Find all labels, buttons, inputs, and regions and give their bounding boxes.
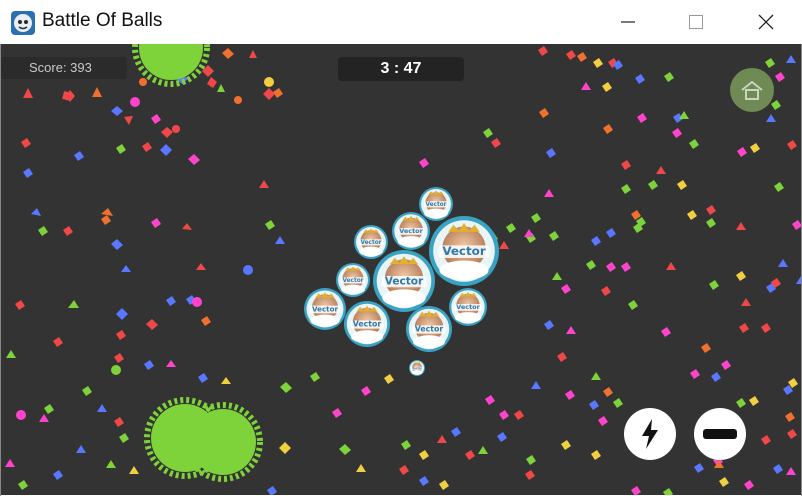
game-window: Battle Of Balls Score: 393 3: 47	[0, 0, 802, 496]
window-title: Battle Of Balls	[42, 10, 163, 31]
minimize-button[interactable]	[606, 6, 650, 38]
minimize-icon	[621, 21, 635, 23]
score-display: Score: 393	[1, 57, 127, 79]
minus-icon	[703, 429, 737, 439]
window-border-left	[0, 44, 1, 496]
player-cell-cluster	[304, 187, 499, 376]
eject-button[interactable]	[694, 408, 746, 460]
maximize-icon	[689, 15, 703, 29]
home-button[interactable]	[730, 68, 774, 112]
app-logo-icon	[11, 11, 35, 35]
game-field: Vector	[5, 44, 801, 495]
lightning-icon	[642, 419, 658, 449]
close-button[interactable]	[744, 6, 788, 38]
match-timer: 3 : 47	[338, 57, 464, 81]
maximize-button[interactable]	[674, 6, 718, 38]
close-icon	[758, 14, 774, 30]
home-icon	[741, 80, 763, 100]
title-bar[interactable]: Battle Of Balls	[0, 0, 802, 44]
split-button[interactable]	[624, 408, 676, 460]
spiky-virus-top	[132, 44, 210, 87]
game-canvas[interactable]: Vector	[1, 44, 801, 495]
